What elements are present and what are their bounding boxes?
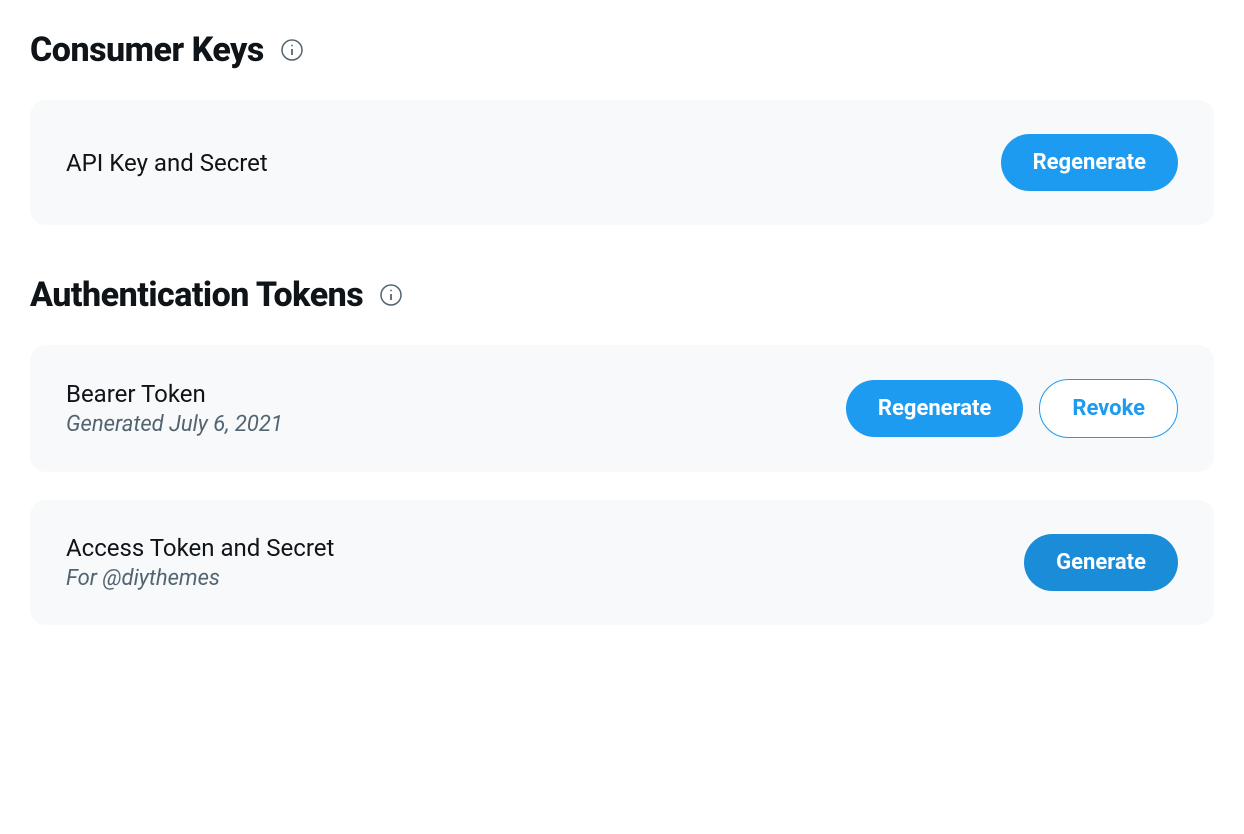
consumer-keys-header: Consumer Keys <box>30 30 1214 70</box>
access-token-subtitle: For @diythemes <box>66 566 334 591</box>
auth-tokens-header: Authentication Tokens <box>30 275 1214 315</box>
access-token-actions: Generate <box>1024 534 1178 591</box>
access-token-card: Access Token and Secret For @diythemes G… <box>30 500 1214 625</box>
bearer-token-title: Bearer Token <box>66 380 283 408</box>
api-key-info: API Key and Secret <box>66 149 268 177</box>
info-icon[interactable] <box>280 38 304 62</box>
consumer-keys-section: Consumer Keys API Key and Secret Regener… <box>30 30 1214 225</box>
bearer-token-subtitle: Generated July 6, 2021 <box>66 412 283 437</box>
bearer-token-info: Bearer Token Generated July 6, 2021 <box>66 380 283 437</box>
regenerate-bearer-token-button[interactable]: Regenerate <box>846 380 1023 437</box>
auth-tokens-section: Authentication Tokens Bearer Token Gener… <box>30 275 1214 625</box>
api-key-actions: Regenerate <box>1001 134 1178 191</box>
auth-tokens-title: Authentication Tokens <box>30 275 363 315</box>
bearer-token-card: Bearer Token Generated July 6, 2021 Rege… <box>30 345 1214 472</box>
access-token-title: Access Token and Secret <box>66 534 334 562</box>
api-key-card: API Key and Secret Regenerate <box>30 100 1214 225</box>
info-icon[interactable] <box>379 283 403 307</box>
regenerate-api-key-button[interactable]: Regenerate <box>1001 134 1178 191</box>
generate-access-token-button[interactable]: Generate <box>1024 534 1178 591</box>
api-key-title: API Key and Secret <box>66 149 268 177</box>
bearer-token-actions: Regenerate Revoke <box>846 379 1178 438</box>
access-token-info: Access Token and Secret For @diythemes <box>66 534 334 591</box>
consumer-keys-title: Consumer Keys <box>30 30 264 70</box>
revoke-bearer-token-button[interactable]: Revoke <box>1039 379 1178 438</box>
